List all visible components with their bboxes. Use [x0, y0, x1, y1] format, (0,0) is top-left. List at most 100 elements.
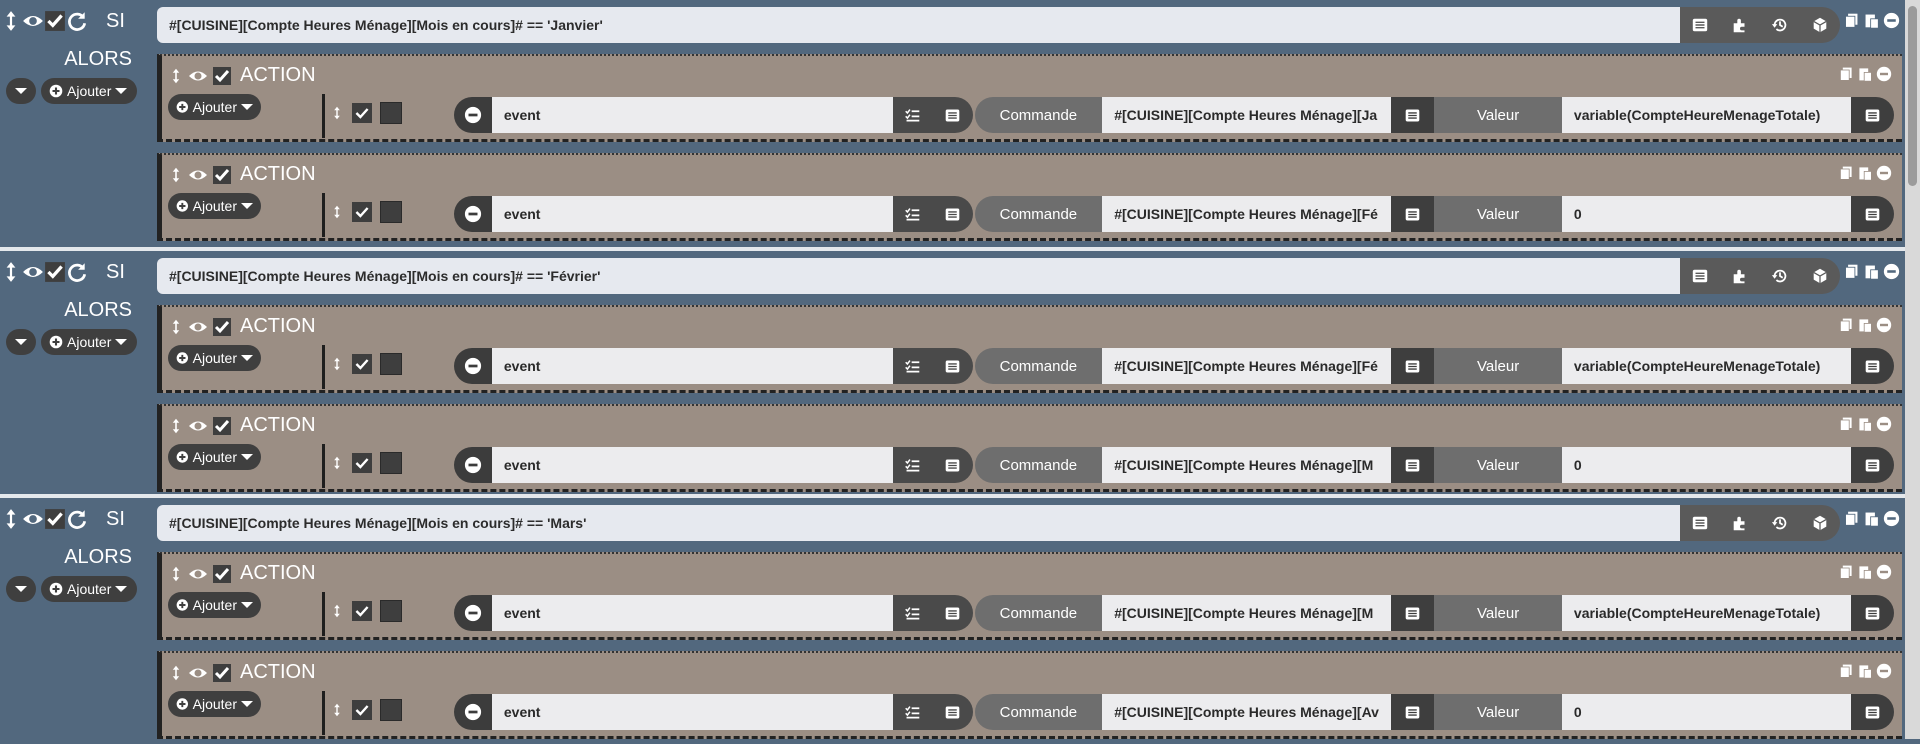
commande-field[interactable]: #[CUISINE][Compte Heures Ménage][Av	[1102, 694, 1392, 730]
add-button[interactable]: Ajouter	[41, 78, 137, 104]
remove-action-button[interactable]	[454, 595, 492, 631]
list-button[interactable]	[932, 196, 973, 232]
enable-check-icon[interactable]	[212, 564, 232, 584]
drag-handle-icon[interactable]	[330, 701, 344, 719]
history-icon[interactable]	[1771, 16, 1789, 34]
copy-icon[interactable]	[1843, 510, 1860, 527]
drag-handle-icon[interactable]	[0, 10, 22, 32]
valeur-list-button[interactable]	[1851, 595, 1894, 631]
add-button[interactable]: Ajouter	[41, 576, 137, 602]
paste-icon[interactable]	[1857, 66, 1873, 82]
refresh-icon[interactable]	[66, 508, 88, 530]
select-cmd-button[interactable]	[892, 97, 933, 133]
history-icon[interactable]	[1771, 514, 1789, 532]
paste-icon[interactable]	[1857, 317, 1873, 333]
commande-field[interactable]: #[CUISINE][Compte Heures Ménage][M	[1102, 447, 1392, 483]
valeur-list-button[interactable]	[1851, 348, 1894, 384]
copy-icon[interactable]	[1838, 416, 1854, 432]
select-cmd-button[interactable]	[892, 694, 933, 730]
copy-icon[interactable]	[1838, 165, 1854, 181]
list-button[interactable]	[932, 595, 973, 631]
event-field[interactable]: event	[491, 595, 893, 631]
commande-list-button[interactable]	[1391, 595, 1435, 631]
parallel-checkbox[interactable]	[380, 600, 402, 622]
list-icon[interactable]	[1691, 267, 1709, 285]
scrollbar[interactable]	[1905, 0, 1920, 739]
add-button[interactable]: Ajouter	[168, 94, 261, 120]
parallel-checkbox[interactable]	[380, 353, 402, 375]
eye-icon[interactable]	[188, 165, 208, 185]
drag-handle-icon[interactable]	[168, 317, 184, 337]
paste-icon[interactable]	[1863, 510, 1880, 527]
enable-check-icon[interactable]	[212, 165, 232, 185]
remove-icon[interactable]	[1883, 263, 1900, 280]
valeur-field[interactable]: 0	[1561, 694, 1852, 730]
refresh-icon[interactable]	[66, 10, 88, 32]
add-button[interactable]: Ajouter	[168, 345, 261, 371]
drag-handle-icon[interactable]	[168, 165, 184, 185]
enable-check-icon[interactable]	[44, 261, 66, 283]
list-button[interactable]	[932, 694, 973, 730]
paste-icon[interactable]	[1857, 416, 1873, 432]
valeur-list-button[interactable]	[1851, 694, 1894, 730]
commande-list-button[interactable]	[1391, 348, 1435, 384]
select-cmd-button[interactable]	[892, 348, 933, 384]
list-button[interactable]	[932, 447, 973, 483]
event-field[interactable]: event	[491, 694, 893, 730]
remove-icon[interactable]	[1883, 510, 1900, 527]
add-button[interactable]: Ajouter	[168, 691, 261, 717]
list-icon[interactable]	[1691, 514, 1709, 532]
event-field[interactable]: event	[491, 348, 893, 384]
remove-icon[interactable]	[1876, 317, 1892, 333]
parallel-checkbox[interactable]	[380, 201, 402, 223]
add-button[interactable]: Ajouter	[168, 444, 261, 470]
drag-handle-icon[interactable]	[330, 454, 344, 472]
condition-input[interactable]: #[CUISINE][Compte Heures Ménage][Mois en…	[157, 258, 1680, 294]
scrollbar-thumb[interactable]	[1908, 6, 1917, 186]
remove-icon[interactable]	[1876, 165, 1892, 181]
remove-action-button[interactable]	[454, 348, 492, 384]
list-button[interactable]	[932, 348, 973, 384]
enable-check-icon[interactable]	[212, 317, 232, 337]
puzzle-icon[interactable]	[1731, 16, 1749, 34]
parallel-checkbox[interactable]	[380, 452, 402, 474]
enable-check-icon[interactable]	[212, 66, 232, 86]
paste-icon[interactable]	[1857, 564, 1873, 580]
enable-check-icon[interactable]	[44, 508, 66, 530]
valeur-field[interactable]: 0	[1561, 196, 1852, 232]
eye-icon[interactable]	[188, 564, 208, 584]
drag-handle-icon[interactable]	[168, 66, 184, 86]
drag-handle-icon[interactable]	[168, 663, 184, 683]
condition-input[interactable]: #[CUISINE][Compte Heures Ménage][Mois en…	[157, 7, 1680, 43]
puzzle-icon[interactable]	[1731, 514, 1749, 532]
remove-action-button[interactable]	[454, 447, 492, 483]
paste-icon[interactable]	[1863, 263, 1880, 280]
cube-icon[interactable]	[1811, 16, 1829, 34]
event-field[interactable]: event	[491, 97, 893, 133]
drag-handle-icon[interactable]	[330, 355, 344, 373]
eye-icon[interactable]	[22, 10, 44, 32]
valeur-field[interactable]: 0	[1561, 447, 1852, 483]
eye-icon[interactable]	[188, 663, 208, 683]
eye-icon[interactable]	[188, 416, 208, 436]
collapse-button[interactable]	[6, 576, 36, 602]
list-icon[interactable]	[1691, 16, 1709, 34]
enable-checkbox[interactable]	[352, 601, 372, 621]
valeur-list-button[interactable]	[1851, 97, 1894, 133]
copy-icon[interactable]	[1838, 66, 1854, 82]
paste-icon[interactable]	[1857, 165, 1873, 181]
remove-icon[interactable]	[1876, 416, 1892, 432]
enable-check-icon[interactable]	[212, 663, 232, 683]
drag-handle-icon[interactable]	[0, 261, 22, 283]
remove-action-button[interactable]	[454, 694, 492, 730]
enable-checkbox[interactable]	[352, 202, 372, 222]
parallel-checkbox[interactable]	[380, 102, 402, 124]
enable-checkbox[interactable]	[352, 700, 372, 720]
eye-icon[interactable]	[188, 66, 208, 86]
copy-icon[interactable]	[1838, 317, 1854, 333]
commande-list-button[interactable]	[1391, 694, 1435, 730]
enable-checkbox[interactable]	[352, 354, 372, 374]
paste-icon[interactable]	[1863, 12, 1880, 29]
remove-icon[interactable]	[1883, 12, 1900, 29]
drag-handle-icon[interactable]	[168, 564, 184, 584]
